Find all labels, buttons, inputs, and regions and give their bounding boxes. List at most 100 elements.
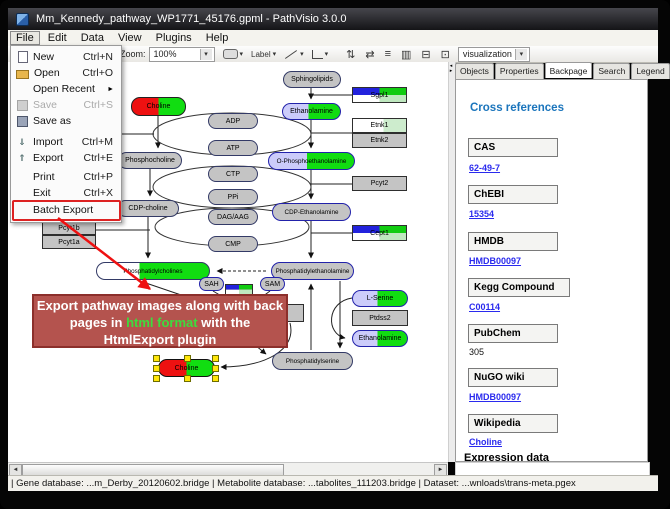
menu-item-shortcut: Ctrl+P: [84, 171, 118, 183]
chevron-down-icon[interactable]: ▾: [200, 49, 212, 60]
label-tool-text: Label: [251, 50, 271, 59]
xref-link-cas[interactable]: 62-49-7: [469, 163, 500, 173]
datanode-tool-button[interactable]: ▾: [223, 48, 244, 61]
xref-section-wikipedia: Wikipedia: [468, 414, 558, 433]
connector-tool-button[interactable]: ▾: [312, 48, 329, 61]
tab-search[interactable]: Search: [593, 63, 630, 79]
sidebar-tab-bar: Objects Properties Backpage Search Legen…: [455, 63, 648, 79]
tab-properties[interactable]: Properties: [495, 63, 544, 79]
xref-link-wikipedia[interactable]: Choline: [469, 437, 502, 447]
zoom-combobox[interactable]: 100% ▾: [149, 47, 215, 62]
node-phosphatidylcholines[interactable]: Phosphatidylcholines: [96, 262, 210, 280]
file-menu-item-open[interactable]: Open Ctrl+O: [12, 65, 118, 81]
node-cept1[interactable]: Cept1: [352, 225, 407, 241]
xref-link-chebi[interactable]: 15354: [469, 209, 494, 219]
node-pcyt1b[interactable]: Pcyt1b: [42, 221, 96, 235]
file-menu-item-export[interactable]: ⇑ Export Ctrl+E: [12, 150, 118, 166]
node-phosphatidylethanolamine[interactable]: Phosphatidylethanolamine: [271, 262, 354, 280]
align-horizontal-center-icon[interactable]: ⇄: [365, 48, 374, 61]
file-menu-item-exit[interactable]: Exit Ctrl+X: [12, 185, 118, 201]
file-menu-item-new[interactable]: New Ctrl+N: [12, 49, 118, 65]
annotation-line1: Export pathway images along with back: [34, 297, 286, 314]
node-choline-top[interactable]: Choline: [131, 97, 186, 116]
node-pcyt2[interactable]: Pcyt2: [352, 176, 407, 191]
selection-handle[interactable]: [212, 365, 219, 372]
node-atp[interactable]: ATP: [208, 140, 258, 156]
menu-icon-spacer: [16, 84, 28, 95]
line-tool-button[interactable]: ▾: [284, 48, 304, 61]
chevron-down-icon[interactable]: ▾: [325, 50, 329, 58]
visualization-combobox[interactable]: visualization ▾: [458, 47, 530, 62]
node-ctp[interactable]: CTP: [208, 166, 258, 182]
node-cdp-ethanolamine[interactable]: CDP-Ethanolamine: [272, 203, 351, 221]
node-phosphatidylserine[interactable]: Phosphatidylserine: [272, 352, 353, 370]
export-icon: ⇑: [16, 153, 28, 164]
chevron-down-icon[interactable]: ▾: [515, 49, 527, 60]
menu-help[interactable]: Help: [200, 31, 235, 45]
node-pcyt1a[interactable]: Pcyt1a: [42, 235, 96, 249]
chevron-down-icon[interactable]: ▾: [240, 50, 244, 58]
node-cmp[interactable]: CMP: [208, 236, 258, 252]
menu-plugins[interactable]: Plugins: [150, 31, 198, 45]
selection-handle[interactable]: [212, 355, 219, 362]
node-etnk2[interactable]: Etnk2: [352, 133, 407, 148]
label-tool-button[interactable]: Label ▾: [251, 48, 276, 61]
chevron-down-icon[interactable]: ▾: [300, 50, 304, 58]
tab-objects[interactable]: Objects: [455, 63, 494, 79]
node-adp[interactable]: ADP: [208, 113, 258, 129]
file-menu-item-open-recent[interactable]: Open Recent ►: [12, 81, 118, 97]
menu-file[interactable]: File: [10, 31, 40, 45]
node-etnk1[interactable]: Etnk1: [352, 118, 407, 133]
menu-edit[interactable]: Edit: [42, 31, 73, 45]
node-cdp-choline[interactable]: CDP-choline: [117, 200, 179, 217]
node-sphingolipids[interactable]: Sphingolipids: [283, 71, 341, 88]
node-ethanolamine-bottom[interactable]: Ethanolamine: [352, 330, 408, 347]
selection-handle[interactable]: [212, 375, 219, 382]
node-sah[interactable]: SAH: [199, 277, 224, 291]
common-height-icon[interactable]: ≡: [385, 48, 391, 60]
tab-backpage[interactable]: Backpage: [545, 62, 593, 78]
node-dag-aag[interactable]: DAG/AAG: [208, 209, 258, 225]
splitter-right-icon[interactable]: ▸: [450, 68, 453, 74]
file-menu-item-print[interactable]: Print Ctrl+P: [12, 169, 118, 185]
selection-handle[interactable]: [184, 355, 191, 362]
copy-page-icon[interactable]: ⊡: [441, 48, 450, 61]
menu-view[interactable]: View: [112, 31, 148, 45]
status-bar: | Gene database: ...m_Derby_20120602.bri…: [8, 475, 658, 491]
selection-handle[interactable]: [153, 365, 160, 372]
canvas-horizontal-scrollbar[interactable]: ◄ ►: [8, 462, 448, 475]
node-ethanolamine-top[interactable]: Ethanolamine: [282, 103, 341, 120]
file-menu-item-save-as[interactable]: Save as: [12, 113, 118, 129]
menu-item-label: Export: [33, 152, 63, 164]
save-as-icon: [17, 116, 28, 127]
chevron-down-icon[interactable]: ▾: [273, 50, 277, 58]
node-l-serine[interactable]: L-Serine: [352, 290, 408, 307]
menu-item-shortcut: Ctrl+M: [82, 136, 118, 148]
xref-link-nugo[interactable]: HMDB00097: [469, 392, 521, 402]
title-bar[interactable]: Mm_Kennedy_pathway_WP1771_45176.gpml - P…: [8, 8, 658, 31]
tab-legend[interactable]: Legend: [631, 63, 669, 79]
xref-link-hmdb[interactable]: HMDB00097: [469, 256, 521, 266]
node-phosphocholine[interactable]: Phosphocholine: [118, 152, 182, 169]
node-o-phosphoethanolamine[interactable]: O-Phosphoethanolamine: [268, 152, 355, 170]
print-preview-icon[interactable]: ⊟: [421, 48, 430, 61]
node-ppi[interactable]: PPi: [208, 189, 258, 205]
align-vertical-center-icon[interactable]: ⇅: [346, 48, 355, 61]
selection-handle[interactable]: [153, 355, 160, 362]
file-menu-item-save[interactable]: Save Ctrl+S: [12, 97, 118, 113]
common-width-icon[interactable]: ▥: [401, 48, 411, 61]
menu-item-label: Open: [34, 67, 60, 79]
node-ptdss2[interactable]: Ptdss2: [352, 310, 408, 326]
menu-data[interactable]: Data: [75, 31, 110, 45]
selection-handle[interactable]: [153, 375, 160, 382]
splitter-collapse-icons[interactable]: ◂▸: [448, 64, 454, 74]
selection-handle[interactable]: [184, 375, 191, 382]
xref-section-hmdb: HMDB: [468, 232, 558, 251]
file-menu-item-import[interactable]: ⇓ Import Ctrl+M: [12, 134, 118, 150]
xref-section-pubchem: PubChem: [468, 324, 558, 343]
node-sam[interactable]: SAM: [260, 277, 285, 291]
node-sgpl1[interactable]: Sgpl1: [352, 87, 407, 103]
line-icon: [285, 50, 297, 59]
menu-item-label: Save as: [33, 115, 71, 127]
xref-link-kegg[interactable]: C00114: [469, 302, 500, 312]
